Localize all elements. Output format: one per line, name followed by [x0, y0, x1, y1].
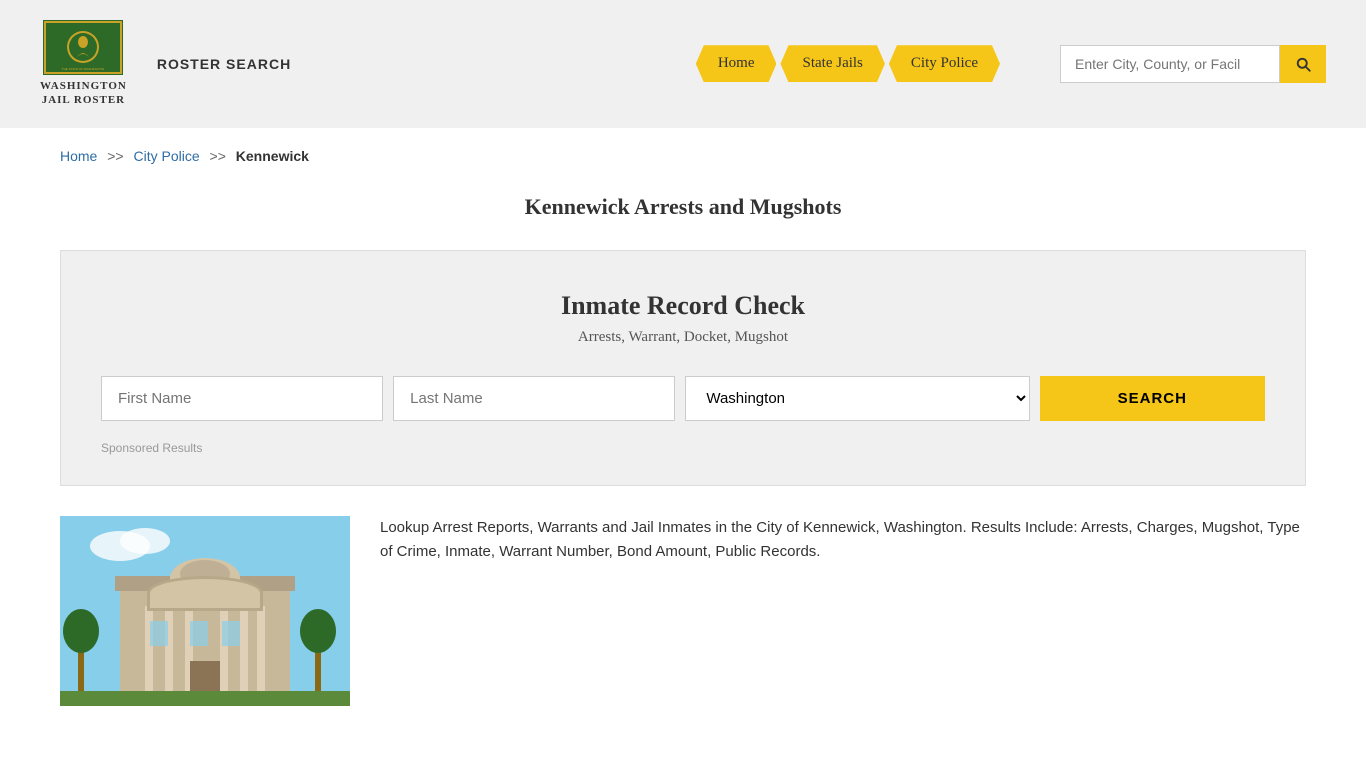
wa-flag-icon: THE STATE OF WASHINGTON — [43, 20, 123, 75]
main-nav: Home State Jails City Police — [696, 45, 1000, 82]
first-name-input[interactable] — [101, 376, 383, 421]
record-search-button[interactable]: SEARCH — [1040, 376, 1265, 421]
building-image — [60, 516, 350, 706]
header-search-area — [1060, 45, 1326, 83]
breadcrumb-home-link[interactable]: Home — [60, 148, 97, 164]
breadcrumb: Home >> City Police >> Kennewick — [0, 128, 1366, 184]
record-check-subtitle: Arrests, Warrant, Docket, Mugshot — [101, 329, 1265, 346]
nav-city-police-button[interactable]: City Police — [889, 45, 1000, 82]
sponsored-label: Sponsored Results — [101, 441, 1265, 455]
header-search-input[interactable] — [1060, 45, 1280, 83]
building-placeholder — [60, 516, 350, 706]
breadcrumb-separator-1: >> — [107, 148, 123, 164]
content-section: Lookup Arrest Reports, Warrants and Jail… — [60, 516, 1306, 706]
roster-search-label: ROSTER SEARCH — [157, 56, 291, 72]
breadcrumb-city-police-link[interactable]: City Police — [134, 148, 200, 164]
svg-text:THE STATE OF WASHINGTON: THE STATE OF WASHINGTON — [62, 67, 104, 71]
site-header: THE STATE OF WASHINGTON WASHINGTON JAIL … — [0, 0, 1366, 128]
content-description: Lookup Arrest Reports, Warrants and Jail… — [380, 516, 1306, 564]
record-check-title: Inmate Record Check — [101, 291, 1265, 321]
state-select[interactable]: AlabamaAlaskaArizonaArkansasCaliforniaCo… — [685, 376, 1029, 421]
logo-text: WASHINGTON JAIL ROSTER — [40, 79, 127, 108]
header-search-button[interactable] — [1280, 45, 1326, 83]
record-check-box: Inmate Record Check Arrests, Warrant, Do… — [60, 250, 1306, 486]
search-icon — [1294, 55, 1312, 73]
last-name-input[interactable] — [393, 376, 675, 421]
nav-state-jails-button[interactable]: State Jails — [780, 45, 884, 82]
site-logo[interactable]: THE STATE OF WASHINGTON WASHINGTON JAIL … — [40, 20, 127, 108]
page-title: Kennewick Arrests and Mugshots — [40, 194, 1326, 220]
nav-home-button[interactable]: Home — [696, 45, 777, 82]
building-svg — [60, 516, 350, 706]
record-check-form: AlabamaAlaskaArizonaArkansasCaliforniaCo… — [101, 376, 1265, 421]
breadcrumb-separator-2: >> — [210, 148, 226, 164]
breadcrumb-current: Kennewick — [236, 148, 309, 164]
